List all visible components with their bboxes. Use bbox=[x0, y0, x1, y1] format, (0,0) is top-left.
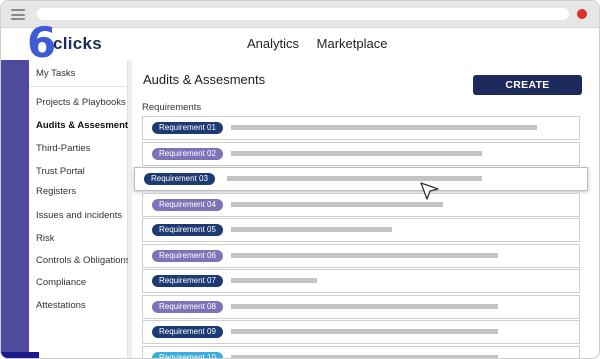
requirement-row[interactable]: Requirement 08 bbox=[142, 294, 580, 319]
browser-window: 6 clicks Analytics Marketplace My Tasks … bbox=[0, 0, 600, 359]
sidebar-item-issues-incidents[interactable]: Issues and incidents bbox=[36, 210, 122, 221]
requirement-badge[interactable]: Requirement 08 bbox=[152, 300, 223, 313]
sidebar-item-projects-playbooks[interactable]: Projects & Playbooks bbox=[36, 97, 126, 108]
corner-tag bbox=[1, 352, 39, 358]
requirement-progress-bar bbox=[231, 201, 443, 207]
main-content: Audits & Assesments CREATE ASSESMENT Req… bbox=[132, 60, 592, 358]
requirement-row[interactable]: Requirement 06 bbox=[142, 243, 580, 268]
requirement-row[interactable]: Requirement 07 bbox=[142, 269, 580, 293]
sidebar-accent-strip bbox=[1, 60, 29, 358]
requirement-row[interactable]: Requirement 04 bbox=[142, 192, 580, 217]
requirement-row[interactable]: Requirement 10 bbox=[142, 345, 580, 358]
logo-mark: 6 bbox=[27, 18, 57, 67]
requirement-badge[interactable]: Requirement 03 bbox=[144, 173, 215, 185]
requirement-progress-bar bbox=[231, 150, 482, 156]
sidebar-item-registers[interactable]: Registers bbox=[36, 186, 76, 197]
requirement-progress-bar bbox=[227, 176, 482, 181]
app-header: 6 clicks Analytics Marketplace bbox=[1, 22, 599, 64]
requirement-progress-bar bbox=[231, 354, 498, 358]
requirement-badge[interactable]: Requirement 01 bbox=[152, 122, 223, 134]
sidebar-item-audits-assesments[interactable]: Audits & Assesments bbox=[36, 120, 133, 131]
sidebar-item-controls-obligations[interactable]: Controls & Obligations bbox=[36, 255, 131, 266]
address-bar[interactable] bbox=[37, 8, 569, 20]
sidebar-item-my-tasks[interactable]: My Tasks bbox=[36, 68, 75, 79]
requirement-progress-bar bbox=[231, 303, 498, 309]
sidebar: My Tasks Projects & Playbooks Audits & A… bbox=[29, 60, 133, 358]
requirement-badge[interactable]: Requirement 09 bbox=[152, 326, 223, 338]
requirement-row[interactable]: Requirement 09 bbox=[142, 320, 580, 344]
requirement-row[interactable]: Requirement 02 bbox=[142, 141, 580, 166]
requirement-badge[interactable]: Requirement 06 bbox=[152, 249, 223, 262]
requirement-progress-bar bbox=[231, 278, 317, 283]
browser-toolbar bbox=[1, 1, 599, 28]
top-navigation: Analytics Marketplace bbox=[247, 36, 401, 51]
requirement-progress-bar bbox=[231, 252, 498, 258]
hamburger-menu-icon[interactable] bbox=[11, 9, 25, 20]
requirement-badge[interactable]: Requirement 10 bbox=[152, 351, 223, 358]
close-window-dot[interactable] bbox=[577, 9, 587, 19]
requirements-label: Requirements bbox=[142, 102, 202, 113]
sidebar-item-third-parties[interactable]: Third-Parties bbox=[36, 143, 90, 154]
requirement-badge[interactable]: Requirement 07 bbox=[152, 275, 223, 287]
requirement-row[interactable]: Requirement 05 bbox=[142, 218, 580, 242]
requirement-badge[interactable]: Requirement 02 bbox=[152, 147, 223, 160]
requirement-row[interactable]: Requirement 03 bbox=[134, 167, 588, 191]
sidebar-item-compliance[interactable]: Compliance bbox=[36, 277, 86, 288]
sidebar-item-attestations[interactable]: Attestations bbox=[36, 300, 86, 311]
requirement-progress-bar bbox=[231, 329, 498, 334]
page-title: Audits & Assesments bbox=[143, 72, 266, 87]
nav-analytics[interactable]: Analytics bbox=[247, 36, 299, 51]
requirement-badge[interactable]: Requirement 04 bbox=[152, 198, 223, 211]
mouse-cursor-icon bbox=[420, 182, 439, 200]
sidebar-item-risk[interactable]: Risk bbox=[36, 233, 54, 244]
requirement-row[interactable]: Requirement 01 bbox=[142, 116, 580, 140]
requirement-badge[interactable]: Requirement 05 bbox=[152, 224, 223, 236]
requirement-progress-bar bbox=[231, 125, 537, 130]
create-assessment-button[interactable]: CREATE ASSESMENT bbox=[473, 75, 582, 111]
sidebar-divider bbox=[29, 86, 127, 87]
sidebar-item-trust-portal[interactable]: Trust Portal bbox=[36, 166, 85, 177]
nav-marketplace[interactable]: Marketplace bbox=[317, 36, 388, 51]
requirement-progress-bar bbox=[231, 227, 392, 232]
logo-text: clicks bbox=[53, 34, 103, 53]
